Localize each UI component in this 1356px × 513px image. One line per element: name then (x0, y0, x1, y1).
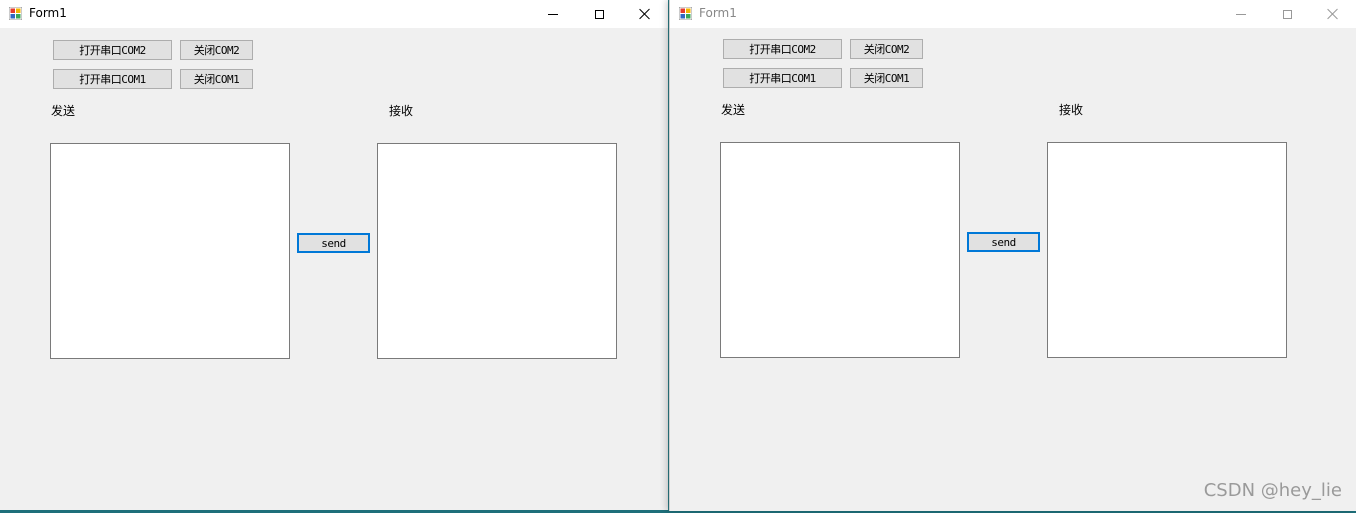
send-label: 发送 (721, 103, 746, 117)
app-icon (679, 7, 692, 20)
form1-window-left: Form1 打开串口COM2 关闭COM2 打开串口COM1 关闭COM1 发送… (0, 0, 669, 510)
send-label: 发送 (51, 104, 76, 118)
form-client-area: 打开串口COM2 关闭COM2 打开串口COM1 关闭COM1 发送 接收 se… (0, 28, 668, 510)
close-com2-button[interactable]: 关闭COM2 (180, 40, 253, 60)
minimize-button[interactable] (530, 0, 576, 28)
form1-window-right: Form1 打开串口COM2 关闭COM2 打开串口COM1 关闭COM1 发送… (669, 0, 1356, 511)
send-button[interactable]: send (967, 232, 1040, 252)
form-client-area: 打开串口COM2 关闭COM2 打开串口COM1 关闭COM1 发送 接收 se… (670, 27, 1356, 511)
send-textbox[interactable] (720, 142, 960, 358)
minimize-icon (548, 13, 558, 15)
close-com1-button[interactable]: 关闭COM1 (180, 69, 253, 89)
minimize-button[interactable] (1218, 0, 1264, 28)
close-com1-button[interactable]: 关闭COM1 (850, 68, 923, 88)
title-bar[interactable]: Form1 (0, 0, 668, 28)
open-com2-button[interactable]: 打开串口COM2 (53, 40, 172, 60)
minimize-icon (1236, 13, 1246, 15)
maximize-icon (594, 9, 604, 19)
receive-textbox[interactable] (377, 143, 617, 359)
close-com2-button[interactable]: 关闭COM2 (850, 39, 923, 59)
watermark-text: CSDN @hey_lie (1203, 480, 1342, 501)
send-button[interactable]: send (297, 233, 370, 253)
open-com1-button[interactable]: 打开串口COM1 (723, 68, 842, 88)
open-com1-button[interactable]: 打开串口COM1 (53, 69, 172, 89)
maximize-icon (1282, 9, 1292, 19)
window-title: Form1 (29, 6, 67, 20)
window-title: Form1 (699, 6, 737, 20)
receive-label: 接收 (389, 104, 414, 118)
close-button[interactable] (1310, 0, 1356, 28)
receive-label: 接收 (1059, 103, 1084, 117)
close-icon (1327, 8, 1339, 20)
maximize-button[interactable] (1264, 0, 1310, 28)
close-icon (639, 8, 651, 20)
open-com2-button[interactable]: 打开串口COM2 (723, 39, 842, 59)
maximize-button[interactable] (576, 0, 622, 28)
close-button[interactable] (622, 0, 668, 28)
title-bar[interactable]: Form1 (670, 0, 1356, 28)
send-textbox[interactable] (50, 143, 290, 359)
receive-textbox[interactable] (1047, 142, 1287, 358)
app-icon (9, 7, 22, 20)
